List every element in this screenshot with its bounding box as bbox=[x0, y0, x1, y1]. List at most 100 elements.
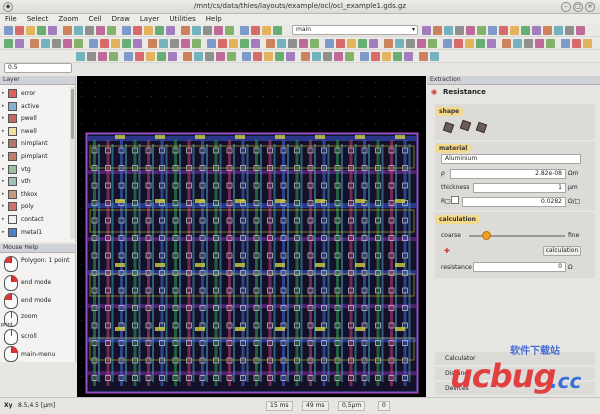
toolbar-button-icon[interactable] bbox=[417, 39, 426, 48]
toolbar-button-icon[interactable] bbox=[565, 26, 574, 35]
toolbar-button-icon[interactable] bbox=[543, 26, 552, 35]
layer-error[interactable]: ▸ error bbox=[0, 88, 70, 100]
toolbar-button-icon[interactable] bbox=[393, 52, 402, 61]
toolbar-button-icon[interactable] bbox=[466, 26, 475, 35]
toolbar-button-icon[interactable] bbox=[74, 39, 83, 48]
precision-slider-handle[interactable] bbox=[482, 231, 491, 240]
toolbar-button-icon[interactable] bbox=[323, 52, 332, 61]
expand-icon[interactable]: ▸ bbox=[2, 128, 5, 134]
toolbar-button-icon[interactable] bbox=[576, 26, 585, 35]
toolbar-button-icon[interactable] bbox=[216, 52, 225, 61]
toolbar-button-icon[interactable] bbox=[52, 39, 61, 48]
toolbar-button-icon[interactable] bbox=[26, 26, 35, 35]
toolbar-button-icon[interactable] bbox=[443, 39, 452, 48]
expand-icon[interactable]: ▸ bbox=[2, 178, 5, 184]
menu-file[interactable]: File bbox=[0, 14, 22, 24]
toolbar-button-icon[interactable] bbox=[477, 26, 486, 35]
toolbar-button-icon[interactable] bbox=[422, 26, 431, 35]
toolbar-button-icon[interactable] bbox=[144, 26, 153, 35]
toolbar-button-icon[interactable] bbox=[76, 52, 85, 61]
toolbar-button-icon[interactable] bbox=[299, 39, 308, 48]
thickness-field[interactable]: 1 bbox=[473, 183, 566, 193]
toolbar-button-icon[interactable] bbox=[345, 52, 354, 61]
toolbar-button-icon[interactable] bbox=[535, 39, 544, 48]
toolbar-button-icon[interactable] bbox=[181, 39, 190, 48]
toolbar-button-icon[interactable] bbox=[524, 39, 533, 48]
toolbar-button-icon[interactable] bbox=[430, 52, 439, 61]
toolbar-button-icon[interactable] bbox=[30, 39, 39, 48]
toolbar-button-icon[interactable] bbox=[218, 39, 227, 48]
material-select[interactable]: Aluminium bbox=[441, 154, 581, 164]
toolbar-button-icon[interactable] bbox=[109, 52, 118, 61]
layer-poly[interactable]: ▸ poly bbox=[0, 201, 70, 213]
toolbar-button-icon[interactable] bbox=[15, 26, 24, 35]
toolbar-button-icon[interactable] bbox=[41, 39, 50, 48]
toolbar-button-icon[interactable] bbox=[382, 52, 391, 61]
distance-tab-label[interactable]: Distance bbox=[445, 370, 471, 377]
toolbar-button-icon[interactable] bbox=[107, 26, 116, 35]
layer-pimplant[interactable]: ▸ pimplant bbox=[0, 151, 70, 163]
menu-help[interactable]: Help bbox=[201, 14, 227, 24]
devices-tab-label[interactable]: Devices bbox=[445, 385, 469, 392]
rho-field[interactable]: 2.82e-08 bbox=[450, 169, 566, 179]
toolbar-button-icon[interactable] bbox=[4, 39, 13, 48]
toolbar-button-icon[interactable] bbox=[288, 39, 297, 48]
toolbar-button-icon[interactable] bbox=[428, 39, 437, 48]
expand-icon[interactable]: ▸ bbox=[2, 140, 5, 146]
toolbar-button-icon[interactable] bbox=[476, 39, 485, 48]
toolbar-button-icon[interactable] bbox=[183, 52, 192, 61]
toolbar-button-icon[interactable] bbox=[433, 26, 442, 35]
toolbar-button-icon[interactable] bbox=[369, 39, 378, 48]
menu-draw[interactable]: Draw bbox=[107, 14, 135, 24]
r-lock-checkbox[interactable] bbox=[451, 196, 459, 204]
toolbar-button-icon[interactable] bbox=[192, 39, 201, 48]
grid-size-field[interactable]: 0.5 bbox=[4, 63, 72, 73]
expand-icon[interactable]: ▸ bbox=[2, 229, 5, 235]
toolbar-button-icon[interactable] bbox=[325, 39, 334, 48]
toolbar-button-icon[interactable] bbox=[277, 39, 286, 48]
toolbar-button-icon[interactable] bbox=[168, 52, 177, 61]
toolbar-button-icon[interactable] bbox=[89, 39, 98, 48]
toolbar-button-icon[interactable] bbox=[404, 52, 413, 61]
toolbar-button-icon[interactable] bbox=[148, 39, 157, 48]
toolbar-button-icon[interactable] bbox=[207, 39, 216, 48]
toolbar-button-icon[interactable] bbox=[170, 39, 179, 48]
toolbar-button-icon[interactable] bbox=[251, 26, 260, 35]
toolbar-button-icon[interactable] bbox=[63, 26, 72, 35]
expand-icon[interactable]: ▸ bbox=[2, 191, 5, 197]
toolbar-button-icon[interactable] bbox=[166, 26, 175, 35]
toolbar-button-icon[interactable] bbox=[521, 26, 530, 35]
r-field[interactable]: 0.0282 bbox=[462, 197, 566, 207]
toolbar-button-icon[interactable] bbox=[181, 26, 190, 35]
toolbar-button-icon[interactable] bbox=[37, 26, 46, 35]
toolbar-button-icon[interactable] bbox=[310, 39, 319, 48]
toolbar-button-icon[interactable] bbox=[266, 39, 275, 48]
toolbar-button-icon[interactable] bbox=[275, 52, 284, 61]
toolbar-button-icon[interactable] bbox=[253, 52, 262, 61]
toolbar-button-icon[interactable] bbox=[122, 26, 131, 35]
toolbar-button-icon[interactable] bbox=[133, 39, 142, 48]
calculation-button[interactable]: calculation bbox=[543, 246, 581, 256]
toolbar-button-icon[interactable] bbox=[15, 39, 24, 48]
toolbar-button-icon[interactable] bbox=[336, 39, 345, 48]
toolbar-button-icon[interactable] bbox=[572, 39, 581, 48]
toolbar-button-icon[interactable] bbox=[395, 39, 404, 48]
toolbar-button-icon[interactable] bbox=[122, 39, 131, 48]
toolbar-button-icon[interactable] bbox=[347, 39, 356, 48]
toolbar-button-icon[interactable] bbox=[48, 26, 57, 35]
toolbar-button-icon[interactable] bbox=[4, 26, 13, 35]
toolbar-button-icon[interactable] bbox=[74, 26, 83, 35]
layout-canvas[interactable] bbox=[77, 76, 426, 397]
toolbar-button-icon[interactable] bbox=[273, 26, 282, 35]
expand-icon[interactable]: ▸ bbox=[2, 203, 5, 209]
toolbar-button-icon[interactable] bbox=[312, 52, 321, 61]
layer-active[interactable]: ▸ active bbox=[0, 101, 70, 113]
toolbar-button-icon[interactable] bbox=[133, 26, 142, 35]
layer-pwell[interactable]: ▸ pwell bbox=[0, 113, 70, 125]
layer-metal1[interactable]: ▸ metal1 bbox=[0, 227, 70, 239]
toolbar-button-icon[interactable] bbox=[251, 39, 260, 48]
toolbar-button-icon[interactable] bbox=[360, 52, 369, 61]
toolbar-button-icon[interactable] bbox=[532, 26, 541, 35]
toolbar-button-icon[interactable] bbox=[63, 39, 72, 48]
toolbar-button-icon[interactable] bbox=[87, 52, 96, 61]
